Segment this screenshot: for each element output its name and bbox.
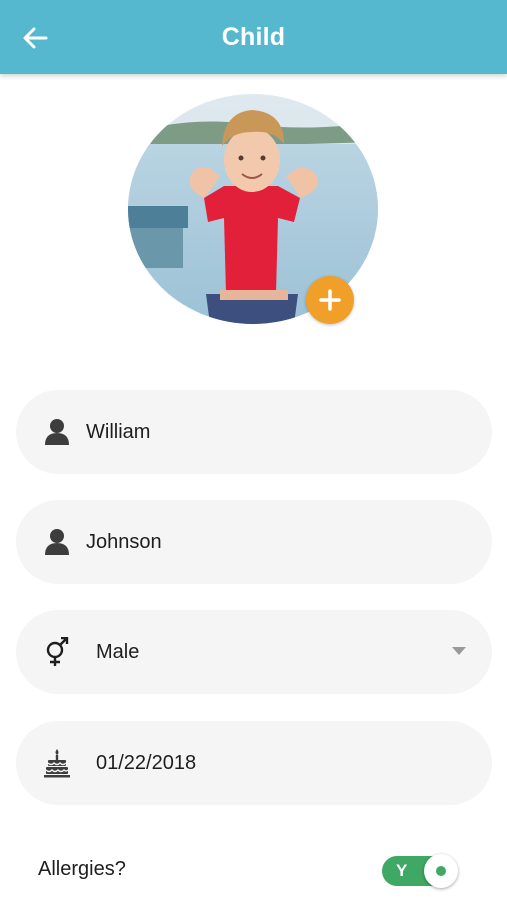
- add-photo-button[interactable]: [306, 276, 354, 324]
- toggle-indicator-dot: [436, 866, 446, 876]
- last-name-value: Johnson: [86, 531, 162, 553]
- gender-icon: [46, 637, 69, 666]
- person-icon: [45, 529, 69, 555]
- birthday-cake-icon: [44, 749, 70, 778]
- allergies-toggle[interactable]: Y: [382, 854, 458, 888]
- toggle-text: Y: [396, 861, 408, 880]
- child-photo-section: [128, 94, 378, 324]
- plus-icon: [319, 289, 341, 311]
- person-icon: [45, 419, 69, 445]
- page-title: Child: [221, 22, 286, 51]
- first-name-value: William: [86, 421, 151, 443]
- toggle-knob: [424, 854, 458, 888]
- last-name-field[interactable]: Johnson: [16, 500, 492, 584]
- first-name-field[interactable]: William: [16, 390, 492, 474]
- birthdate-field[interactable]: 01/22/2018: [16, 721, 492, 805]
- gender-select[interactable]: Male: [16, 610, 492, 694]
- allergies-label: Allergies?: [38, 858, 126, 880]
- chevron-down-icon: [452, 647, 466, 655]
- birthdate-value: 01/22/2018: [96, 752, 197, 774]
- gender-value: Male: [96, 641, 140, 663]
- app-bar: Child: [0, 0, 507, 74]
